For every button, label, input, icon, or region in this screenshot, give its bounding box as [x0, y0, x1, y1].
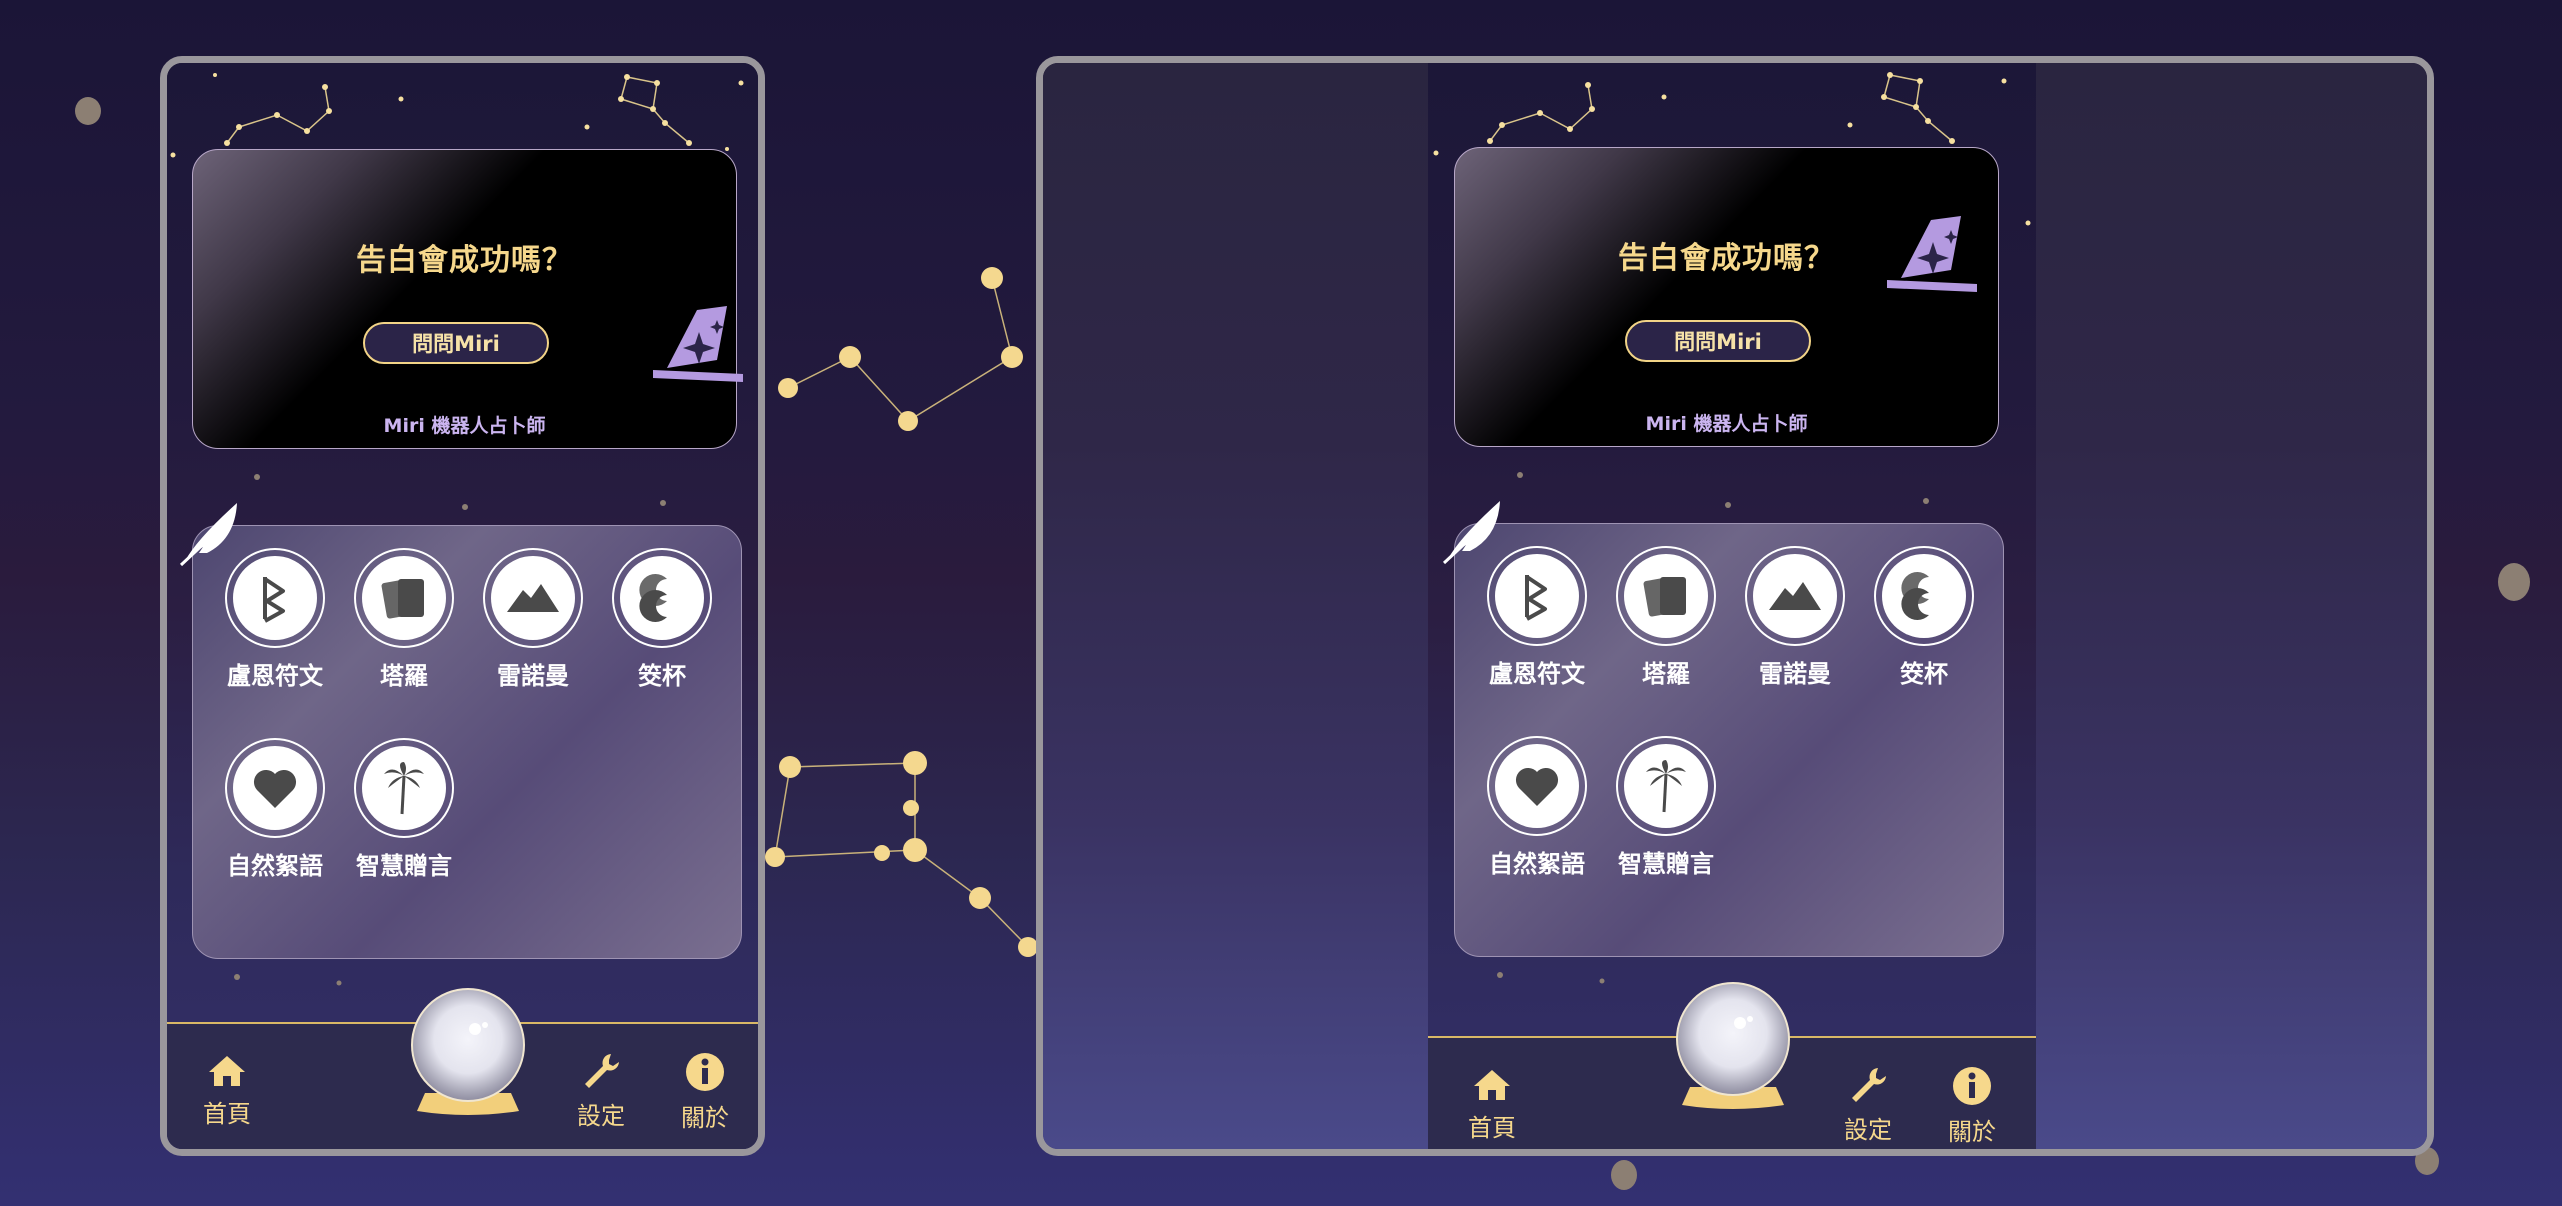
feather-icon: [1442, 501, 1500, 565]
crystal-ball-button[interactable]: [1668, 977, 1798, 1117]
menu-item-lenormand[interactable]: 雷諾曼: [473, 548, 593, 691]
crystal-ball-button[interactable]: [403, 983, 533, 1123]
menu-item-moon-blocks[interactable]: 筊杯: [602, 548, 722, 691]
fortune-teller-label: Miri 機器人占卜師: [383, 415, 546, 437]
planet-dot: [1611, 1160, 1637, 1190]
nav-about[interactable]: 關於: [1932, 1066, 2012, 1147]
nav-about[interactable]: 關於: [665, 1052, 745, 1133]
menu-item-tarot[interactable]: 塔羅: [344, 548, 464, 691]
tablet-content: 告白會成功嗎？ 問問Miri Miri 機器人占卜師 盧恩符文 塔羅 雷諾曼 筊…: [1428, 63, 2036, 1149]
moon-blocks-icon: [1901, 572, 1929, 620]
moon-blocks-icon: [639, 574, 667, 622]
fortune-teller-label: Miri 機器人占卜師: [1645, 413, 1808, 435]
phone-preview: 告白會成功嗎？ 問問Miri Miri 機器人占卜師 盧恩符文 塔羅 雷諾曼 筊…: [160, 56, 765, 1156]
tarot-cards-icon: [381, 579, 424, 619]
wizard-hat-icon: [653, 306, 743, 382]
question-title: 告白會成功嗎？: [356, 243, 573, 278]
menu-item-rune[interactable]: 盧恩符文: [1477, 546, 1597, 689]
nav-home[interactable]: 首頁: [1452, 1068, 1532, 1143]
mountain-icon: [507, 584, 559, 612]
rune-icon: [263, 577, 285, 623]
home-icon: [1474, 1070, 1510, 1100]
palm-tree-icon: [384, 762, 424, 815]
info-icon: [686, 1053, 724, 1091]
menu-item-rune[interactable]: 盧恩符文: [215, 548, 335, 691]
divination-menu-card: 盧恩符文 塔羅 雷諾曼 筊杯 自然絮語 智慧贈言: [1454, 523, 2004, 957]
info-icon: [1953, 1067, 1991, 1105]
menu-item-moon-blocks[interactable]: 筊杯: [1864, 546, 1984, 689]
question-card: 告白會成功嗎？ 問問Miri Miri 機器人占卜師: [1454, 147, 1999, 447]
wrench-icon: [1852, 1068, 1886, 1102]
nav-settings[interactable]: 設定: [561, 1052, 641, 1131]
feather-icon: [179, 503, 237, 567]
question-card: 告白會成功嗎？ 問問Miri Miri 機器人占卜師: [192, 149, 743, 449]
tarot-cards-icon: [1643, 577, 1686, 617]
tablet-preview: 告白會成功嗎？ 問問Miri Miri 機器人占卜師 盧恩符文 塔羅 雷諾曼 筊…: [1036, 56, 2434, 1156]
wizard-hat-icon: [1887, 216, 1977, 292]
nav-home[interactable]: 首頁: [187, 1054, 267, 1129]
menu-item-nature-whisper[interactable]: 自然絮語: [1477, 736, 1597, 879]
menu-item-tarot[interactable]: 塔羅: [1606, 546, 1726, 689]
wrench-icon: [585, 1054, 619, 1088]
home-icon: [209, 1056, 245, 1086]
menu-item-lenormand[interactable]: 雷諾曼: [1735, 546, 1855, 689]
ask-miri-button[interactable]: 問問Miri: [1625, 320, 1811, 362]
palm-tree-icon: [1646, 760, 1686, 813]
mountain-icon: [1769, 582, 1821, 610]
heart-icon: [1515, 767, 1559, 806]
rune-icon: [1525, 575, 1547, 621]
ask-miri-button[interactable]: 問問Miri: [363, 322, 549, 364]
nav-settings[interactable]: 設定: [1828, 1066, 1908, 1145]
menu-item-wisdom[interactable]: 智慧贈言: [1606, 736, 1726, 879]
divination-menu-card: 盧恩符文 塔羅 雷諾曼 筊杯 自然絮語 智慧贈言: [192, 525, 742, 959]
menu-item-nature-whisper[interactable]: 自然絮語: [215, 738, 335, 881]
planet-dot: [75, 97, 101, 125]
heart-icon: [253, 769, 297, 808]
planet-dot: [2498, 563, 2530, 601]
menu-item-wisdom[interactable]: 智慧贈言: [344, 738, 464, 881]
